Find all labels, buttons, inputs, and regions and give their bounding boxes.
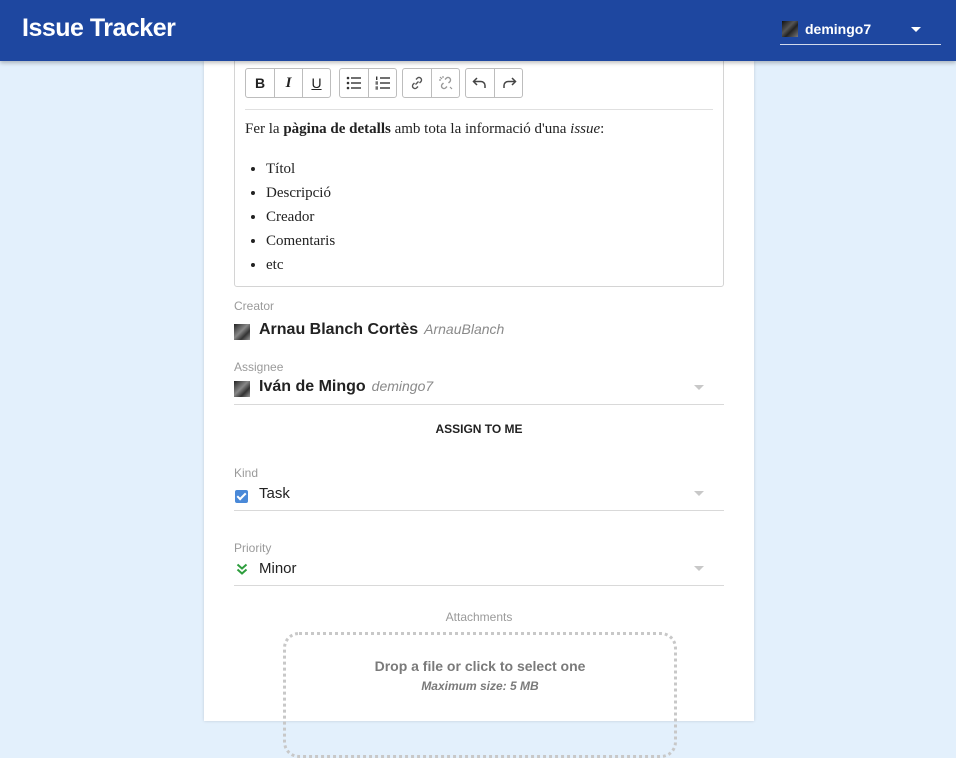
assignee-name: Iván de Mingo — [259, 378, 366, 395]
app-title[interactable]: Issue Tracker — [22, 14, 176, 43]
format-group: B I U — [245, 68, 331, 98]
dropzone-text: Drop a file or click to select one — [374, 658, 586, 674]
user-avatar — [782, 21, 798, 37]
priority-select[interactable]: Minor — [234, 555, 724, 586]
caret-down-icon — [911, 27, 921, 32]
assignee-select[interactable]: Iván de Mingo demingo7 — [234, 374, 724, 405]
assignee-label: Assignee — [234, 360, 284, 374]
intro-italic-text: issue — [570, 121, 601, 137]
user-menu[interactable]: demingo7 — [780, 16, 941, 45]
chevron-down-icon — [694, 491, 704, 496]
kind-select[interactable]: Task — [234, 480, 724, 511]
italic-button[interactable]: I — [274, 69, 302, 97]
undo-button[interactable] — [466, 69, 494, 97]
list-item: Comentaris — [266, 229, 713, 253]
intro-text-middle: amb tota la informació d'una — [390, 121, 571, 137]
intro-text: Fer la — [245, 121, 284, 137]
kind-value: Task — [259, 485, 290, 502]
description-list: Títol Descripció Creador Comentaris etc — [245, 157, 713, 277]
redo-button[interactable] — [494, 69, 522, 97]
kind-label: Kind — [234, 466, 259, 480]
assignee-username: demingo7 — [371, 378, 434, 394]
assign-to-me-button[interactable]: ASSIGN TO ME — [234, 415, 724, 443]
description-intro: Fer la pàgina de detalls amb tota la inf… — [245, 119, 713, 139]
priority-label: Priority — [234, 541, 272, 555]
description-editor[interactable]: B I U Fer la pàgina de detalls amb tota … — [234, 51, 724, 287]
user-menu-name: demingo7 — [805, 21, 872, 37]
editor-content[interactable]: Fer la pàgina de detalls amb tota la inf… — [245, 119, 713, 277]
creator-username: ArnauBlanch — [424, 321, 505, 337]
underline-button[interactable]: U — [302, 69, 330, 97]
priority-value: Minor — [259, 560, 297, 577]
dropzone-max-size: Maximum size: 5 MB — [421, 679, 539, 693]
numbered-list-icon — [375, 76, 390, 90]
editor-divider — [245, 109, 713, 110]
assignee-avatar — [234, 381, 250, 397]
creator-name-wrap: Arnau Blanch Cortès ArnauBlanch — [259, 321, 504, 339]
bold-button[interactable]: B — [246, 69, 274, 97]
creator-field: Arnau Blanch Cortès ArnauBlanch — [234, 317, 724, 347]
unlink-icon — [438, 76, 452, 90]
history-group — [465, 68, 523, 98]
bulleted-list-icon — [346, 76, 361, 90]
chevron-down-icon — [694, 566, 704, 571]
link-group — [402, 68, 460, 98]
link-icon — [411, 76, 423, 90]
intro-bold-text: pàgina de detalls — [283, 121, 391, 137]
creator-avatar — [234, 324, 250, 340]
list-group — [339, 68, 397, 98]
double-chevron-down-icon — [236, 563, 248, 575]
redo-icon — [502, 77, 517, 88]
issue-card: B I U Fer la pàgina de detalls amb tota … — [204, 51, 754, 758]
list-item: Creador — [266, 205, 713, 229]
attachments-label: Attachments — [445, 610, 513, 624]
list-item: etc — [266, 253, 713, 277]
link-button[interactable] — [403, 69, 431, 97]
numbered-list-button[interactable] — [368, 69, 396, 97]
undo-icon — [472, 77, 486, 88]
unlink-button[interactable] — [431, 69, 459, 97]
app-bar: Issue Tracker demingo7 — [0, 0, 956, 61]
creator-label: Creator — [234, 299, 275, 313]
assignee-name-wrap: Iván de Mingo demingo7 — [259, 378, 433, 396]
bulleted-list-button[interactable] — [340, 69, 368, 97]
list-item: Descripció — [266, 181, 713, 205]
task-checkbox-icon — [235, 490, 248, 503]
creator-name: Arnau Blanch Cortès — [259, 321, 419, 338]
intro-colon: : — [600, 121, 605, 137]
chevron-down-icon — [694, 385, 704, 390]
attachments-dropzone[interactable]: Drop a file or click to select one Maxim… — [283, 632, 677, 758]
list-item: Títol — [266, 157, 713, 181]
